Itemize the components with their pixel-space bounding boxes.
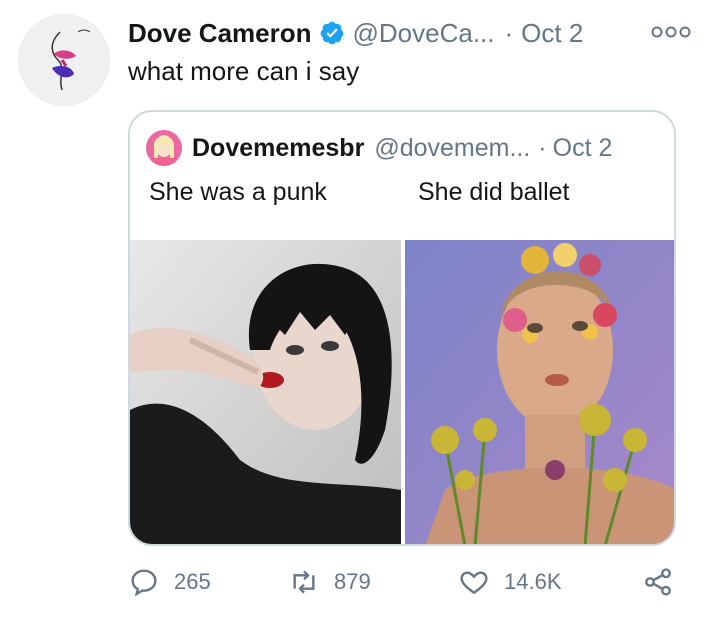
- reply-count: 265: [174, 569, 211, 594]
- retweet-button[interactable]: 879: [288, 560, 371, 604]
- quoted-author-name[interactable]: Dovememesbr: [192, 134, 364, 163]
- reply-icon: [131, 569, 157, 597]
- like-count: 14.6K: [504, 569, 562, 594]
- caption-left: She was a punk: [149, 178, 327, 206]
- separator-dot: ·: [504, 17, 514, 48]
- author-handle[interactable]: @DoveCa...: [353, 18, 495, 49]
- tweet-header: Dove Cameron @DoveCa... · Oct 2: [128, 16, 692, 50]
- quoted-avatar-image: [146, 130, 182, 166]
- quoted-tweet-header: Dovememesbr @dovemem... · Oct 2: [146, 130, 612, 166]
- tweet-date[interactable]: Oct 2: [521, 18, 583, 49]
- more-options-icon[interactable]: [650, 24, 692, 40]
- photo-punk[interactable]: [130, 240, 401, 544]
- verified-badge-icon: [320, 21, 343, 45]
- tweet-text: what more can i say: [128, 56, 360, 86]
- photo-ballet[interactable]: [405, 240, 674, 544]
- quoted-tweet[interactable]: Dovememesbr @dovemem... · Oct 2 She was …: [128, 110, 676, 546]
- quoted-author-handle[interactable]: @dovemem...: [374, 134, 530, 163]
- author-name[interactable]: Dove Cameron: [128, 18, 312, 49]
- author-avatar[interactable]: [18, 14, 110, 106]
- retweet-icon: [293, 570, 315, 594]
- retweet-count: 879: [334, 569, 371, 594]
- quoted-author-avatar[interactable]: [146, 130, 182, 166]
- heart-icon: [460, 571, 488, 595]
- share-icon: [645, 568, 671, 596]
- photo-punk-illustration: [130, 240, 401, 544]
- caption-right: She did ballet: [418, 178, 570, 206]
- separator-dot: ·: [538, 133, 547, 162]
- action-bar: 265 879 14.6K: [128, 560, 688, 604]
- quoted-tweet-date[interactable]: Oct 2: [553, 134, 613, 163]
- like-button[interactable]: 14.6K: [458, 560, 562, 604]
- reply-button[interactable]: 265: [128, 560, 211, 604]
- avatar-illustration: [18, 14, 110, 106]
- photo-ballet-illustration: [405, 240, 674, 544]
- share-button[interactable]: [642, 560, 674, 604]
